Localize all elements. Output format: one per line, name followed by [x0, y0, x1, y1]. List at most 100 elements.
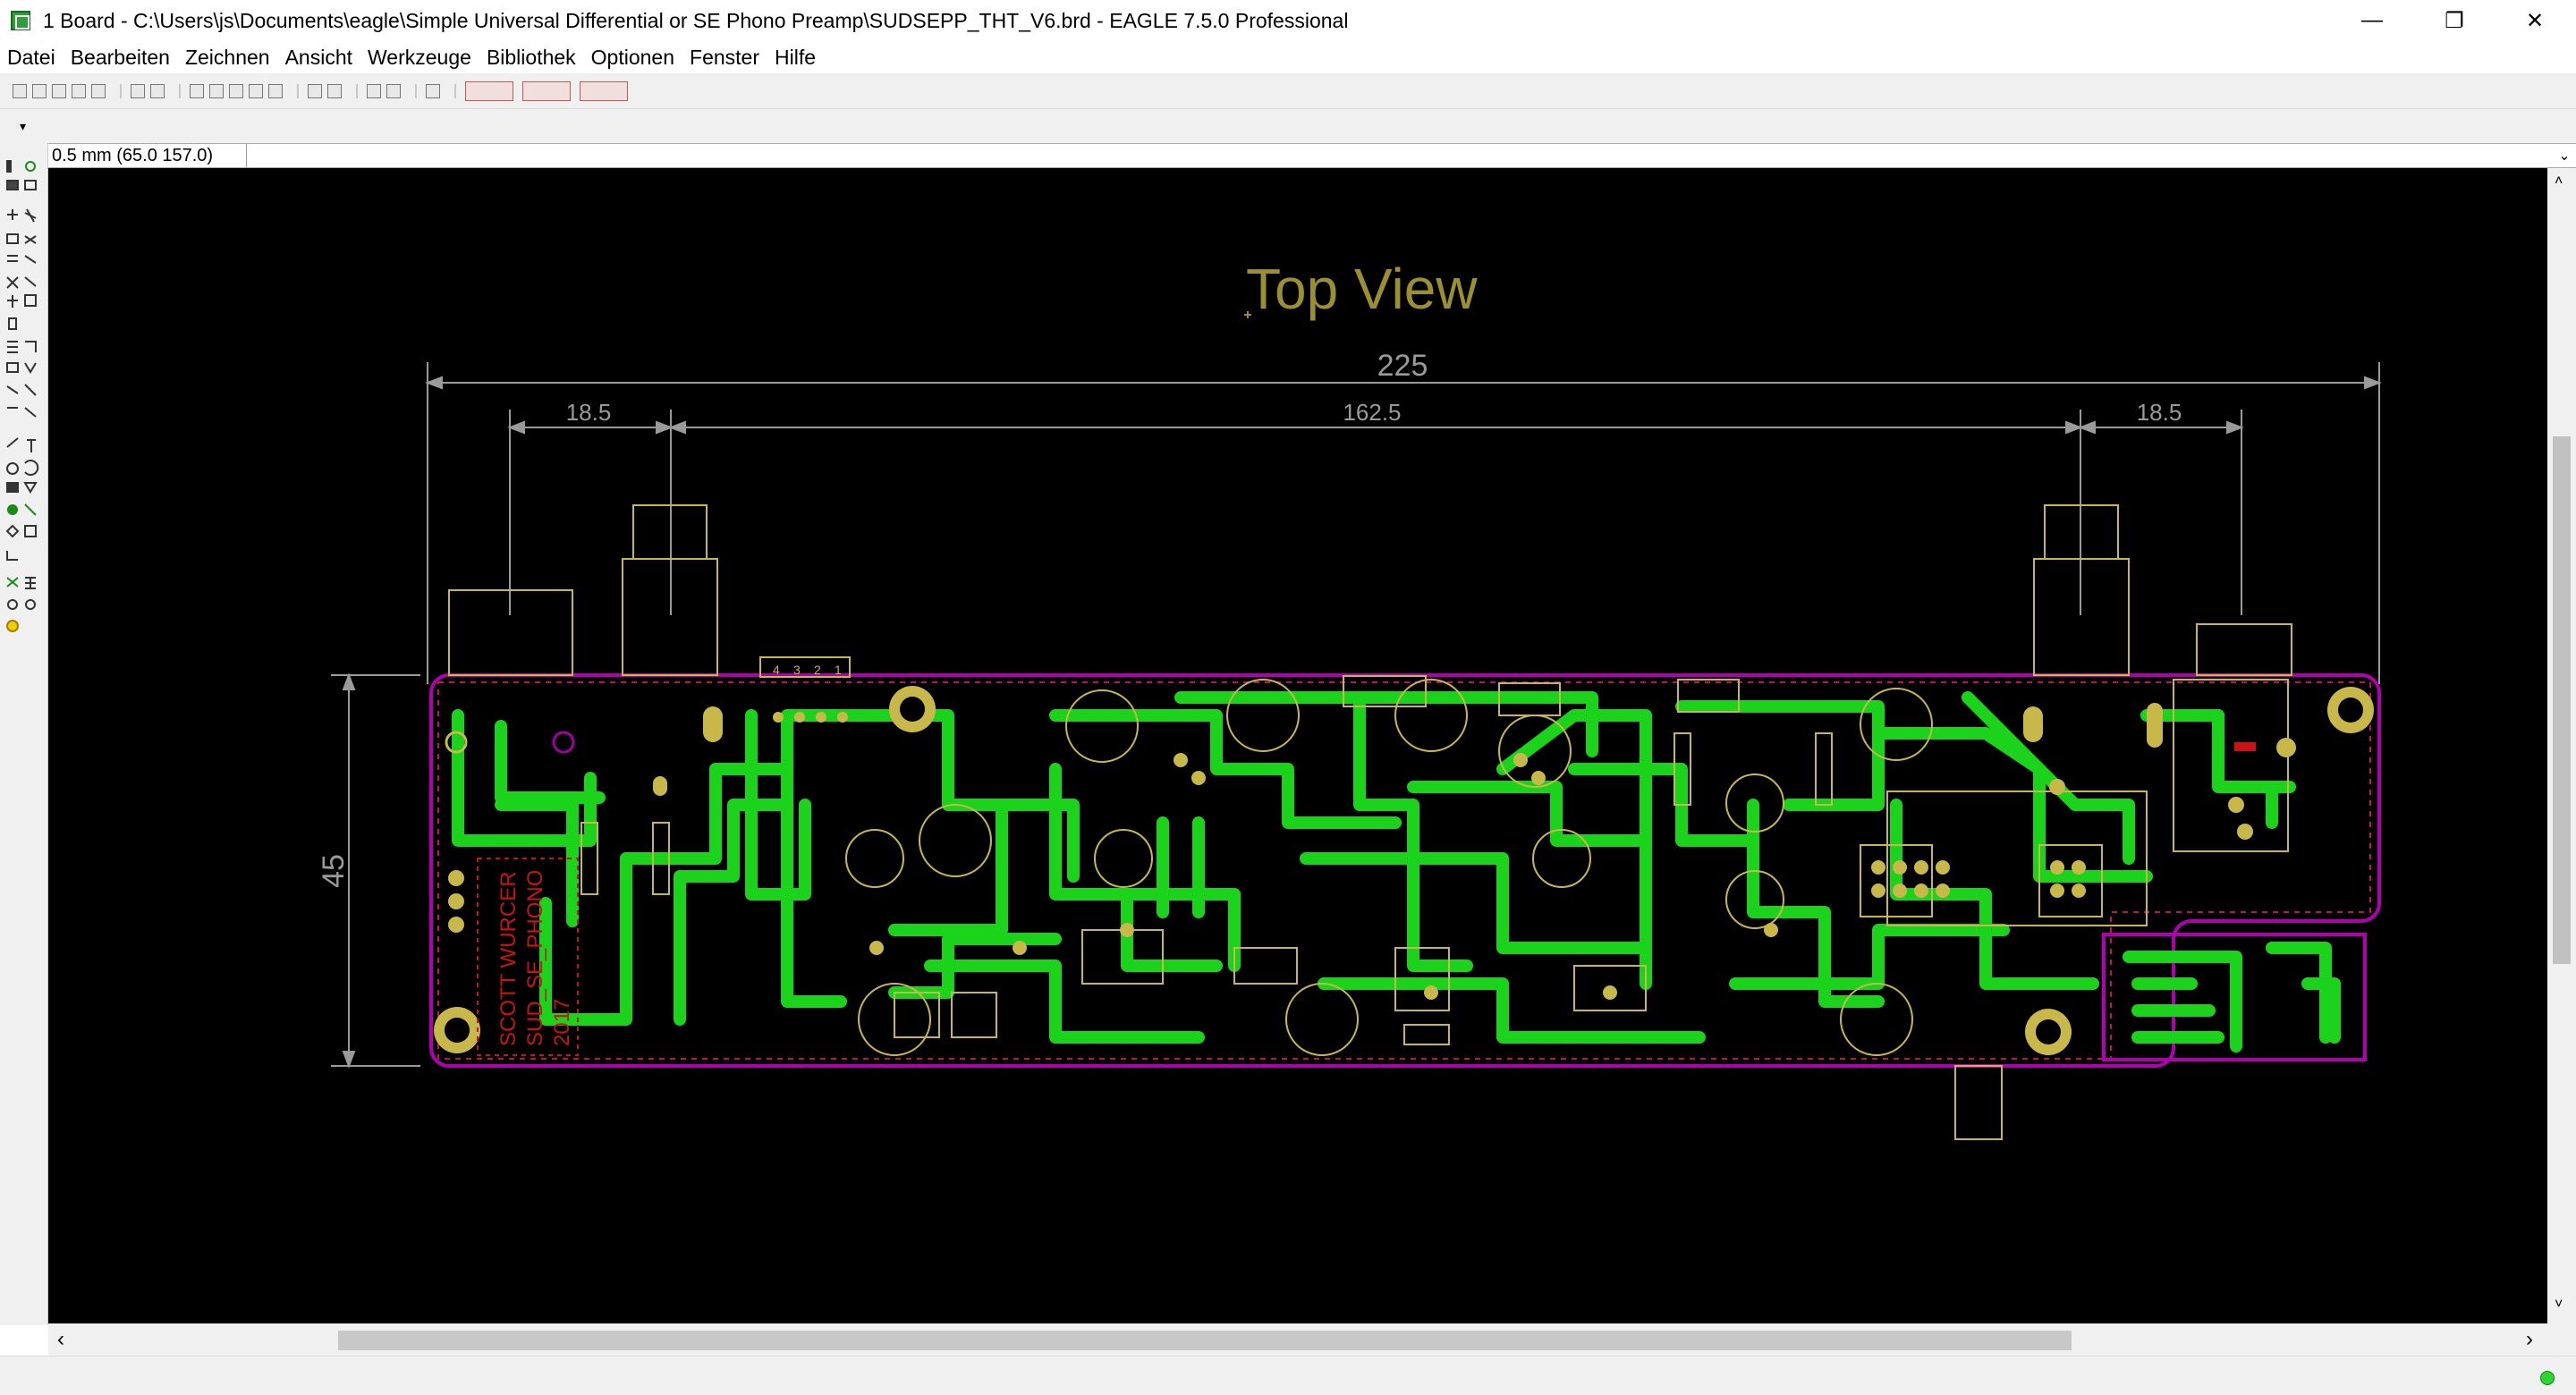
- zoom-select-icon[interactable]: [268, 83, 283, 98]
- command-input[interactable]: [259, 145, 2553, 166]
- svg-text:1: 1: [835, 663, 842, 677]
- attribute-icon: [24, 525, 37, 537]
- display-icon: [6, 180, 19, 190]
- scroll-right-icon[interactable]: ›: [2526, 1327, 2533, 1352]
- dimension-overall: 225: [1377, 349, 1428, 383]
- silkscreen-year: 2017: [550, 999, 574, 1046]
- zoom-fit-icon[interactable]: [190, 83, 204, 98]
- show-icon: [25, 161, 36, 172]
- toolbar-options-chevron-icon[interactable]: ▾: [20, 120, 32, 132]
- circle-icon: [6, 462, 19, 475]
- copy-icon: [24, 208, 37, 223]
- pcb-quote-logo-icon[interactable]: [522, 80, 571, 101]
- command-line: 0.5 mm (65.0 157.0) ⌄: [48, 143, 2576, 168]
- stop-icon[interactable]: [367, 83, 381, 98]
- silkscreen-text: SCOTT WURCER SUD_SE_PHONO 2017: [496, 870, 574, 1046]
- dimension-right: 18.5: [2137, 399, 2182, 426]
- title-bar: 1 Board - C:\Users\js\Documents\eagle\Si…: [0, 0, 2576, 41]
- menu-ansicht[interactable]: Ansicht: [285, 46, 352, 70]
- delete-icon: [6, 276, 19, 289]
- command-history-dropdown[interactable]: ⌄: [2553, 147, 2576, 165]
- via-icon: [7, 504, 18, 515]
- menu-werkzeuge[interactable]: Werkzeuge: [368, 46, 471, 70]
- hole-icon: [5, 524, 20, 538]
- drc-icon: [25, 599, 36, 610]
- close-button[interactable]: ✕: [2494, 0, 2576, 41]
- dimension-icon: [6, 551, 18, 561]
- menu-optionen[interactable]: Optionen: [591, 46, 674, 70]
- scroll-up-icon[interactable]: ˄: [2555, 173, 2563, 190]
- dimension-left: 18.5: [566, 399, 612, 426]
- miter-icon: [6, 385, 19, 394]
- info-icon: [6, 160, 12, 173]
- signal-icon: [24, 503, 37, 516]
- move-icon: [7, 209, 18, 220]
- vertical-scroll-thumb[interactable]: [2553, 436, 2571, 964]
- help-icon[interactable]: [426, 83, 440, 98]
- dimension-height: 45: [317, 854, 351, 888]
- auto-router-icon: [25, 577, 36, 589]
- svg-text:4: 4: [773, 663, 780, 677]
- menu-bibliothek[interactable]: Bibliothek: [487, 46, 576, 70]
- change-icon: [7, 295, 18, 308]
- svg-text:3: 3: [793, 663, 801, 677]
- menu-datei[interactable]: Datei: [7, 46, 55, 70]
- silkscreen-designer: SCOTT WURCER: [496, 871, 521, 1046]
- dimension-middle: 162.5: [1343, 399, 1401, 426]
- paste-icon: [24, 294, 37, 307]
- zoom-out-icon[interactable]: [229, 83, 243, 98]
- mirror-icon: [7, 255, 18, 262]
- toolbar-separator: [415, 83, 417, 98]
- erc-icon: [7, 599, 18, 610]
- idf-export-logo-icon[interactable]: [580, 80, 628, 101]
- minimize-button[interactable]: —: [2331, 0, 2413, 41]
- redraw-icon[interactable]: [249, 83, 263, 98]
- toolbar-separator: [356, 83, 358, 98]
- status-indicator-icon: [2540, 1371, 2555, 1385]
- cut-icon: [24, 235, 37, 244]
- coordinate-display: 0.5 mm (65.0 157.0): [48, 144, 247, 167]
- go-icon[interactable]: [386, 83, 401, 98]
- window-title: 1 Board - C:\Users\js\Documents\eagle\Si…: [43, 8, 1349, 32]
- main-toolbar: [0, 73, 2576, 109]
- design-link-logo-icon[interactable]: [465, 80, 513, 101]
- horizontal-scroll-thumb[interactable]: [338, 1331, 2072, 1350]
- layer-icon[interactable]: [91, 83, 106, 98]
- restore-button[interactable]: ❐: [2413, 0, 2496, 41]
- menu-hilfe[interactable]: Hilfe: [775, 46, 816, 70]
- status-bar: [0, 1356, 2576, 1395]
- ratsnest-icon: [6, 577, 19, 588]
- wire-icon: [6, 437, 19, 448]
- horizontal-scrollbar[interactable]: ‹ ›: [48, 1323, 2576, 1356]
- toolbar-separator: [179, 83, 181, 98]
- toolbar-separator: [297, 83, 299, 98]
- vertical-scrollbar[interactable]: ˄ ˅: [2547, 168, 2576, 1323]
- script-icon[interactable]: [131, 83, 145, 98]
- arc-icon: [24, 460, 39, 476]
- tool-palette: [0, 143, 48, 1325]
- scroll-left-icon[interactable]: ‹: [57, 1327, 64, 1352]
- zoom-in-icon[interactable]: [209, 83, 224, 98]
- text-icon: [27, 439, 36, 452]
- menu-fenster[interactable]: Fenster: [690, 46, 759, 70]
- tool-palette-icons[interactable]: [0, 143, 48, 644]
- board-canvas[interactable]: Top View 225 18.5 162.5 18.5 45 4 3 2 1 …: [48, 168, 2562, 1323]
- add-icon: [24, 276, 37, 287]
- cam-icon[interactable]: [72, 83, 86, 98]
- undo-icon[interactable]: [308, 83, 322, 98]
- mark-icon: [24, 180, 37, 190]
- polygon-icon: [23, 482, 38, 494]
- print-icon[interactable]: [52, 83, 66, 98]
- run-icon[interactable]: [150, 83, 165, 98]
- save-icon[interactable]: [32, 83, 47, 98]
- lock-icon: [8, 317, 17, 330]
- menu-bar: Datei Bearbeiten Zeichnen Ansicht Werkze…: [0, 41, 2576, 73]
- scroll-down-icon[interactable]: ˅: [2555, 1297, 2563, 1313]
- name-icon: [6, 362, 19, 373]
- menu-bearbeiten[interactable]: Bearbeiten: [71, 46, 170, 70]
- board-caption-top-view: Top View: [1246, 257, 1478, 321]
- menu-zeichnen[interactable]: Zeichnen: [185, 46, 270, 70]
- redo-icon[interactable]: [327, 83, 342, 98]
- ripup-icon: [24, 407, 37, 418]
- open-icon[interactable]: [13, 83, 27, 98]
